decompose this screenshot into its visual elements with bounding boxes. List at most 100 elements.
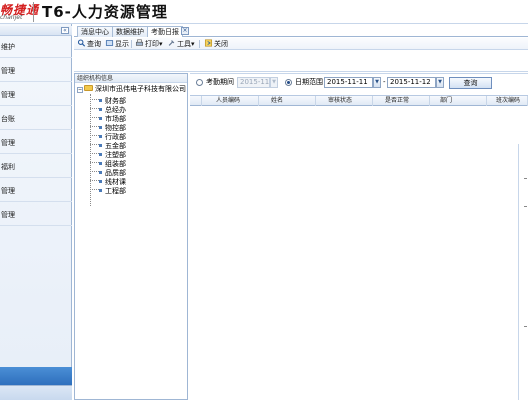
range-radio[interactable] xyxy=(285,79,292,86)
attendance-content: 考勤期间 2015-11 ▼ 日期范围 2015-11-11 ▼ - 2015-… xyxy=(190,73,528,400)
tree-node[interactable]: 财务部 xyxy=(90,97,126,105)
tree-node[interactable]: 五金部 xyxy=(90,142,126,150)
sidebar-item[interactable]: 福利 xyxy=(0,156,72,178)
query-button[interactable]: 查询 xyxy=(449,77,492,89)
date-separator: - xyxy=(383,78,386,86)
toolbar: 查询 显示 打印▾ 工具▾ 关闭 xyxy=(74,38,528,50)
bullet-icon xyxy=(99,126,102,129)
tree-node[interactable]: 总经办 xyxy=(90,106,126,114)
tree-node-label: 财务部 xyxy=(105,97,126,105)
tree-root-label: 深圳市迅伟电子科技有限公司 xyxy=(95,85,186,93)
tree-node[interactable]: 工程部 xyxy=(90,187,126,195)
tree-node-label: 总经办 xyxy=(105,106,126,114)
period-label: 考勤期间 xyxy=(206,78,234,86)
tab-attendance-daily[interactable]: 考勤日报 xyxy=(147,26,183,37)
tree-node[interactable]: 注塑部 xyxy=(90,151,126,159)
grid-header: 人员编码 姓名 审核状态 是否正常 部门 班次编码 xyxy=(190,95,528,106)
edge-mark xyxy=(524,326,527,327)
tree-panel-title: 组织机构信息 xyxy=(75,74,187,83)
tools-label: 工具 xyxy=(177,40,191,48)
display-icon xyxy=(105,40,114,46)
period-dropdown-icon[interactable]: ▼ xyxy=(270,77,278,88)
tree-node-label: 注塑部 xyxy=(105,151,126,159)
sidebar-active-section[interactable] xyxy=(0,367,72,385)
print-toolbar-button[interactable]: 打印▾ xyxy=(135,39,163,49)
collapse-sidebar-icon[interactable]: « xyxy=(61,27,69,34)
close-toolbar-button[interactable]: 关闭 xyxy=(204,39,228,49)
bullet-icon xyxy=(99,117,102,120)
sidebar-footer xyxy=(0,385,72,400)
tree-node[interactable]: 组装部 xyxy=(90,160,126,168)
date-to-dropdown-icon[interactable]: ▼ xyxy=(436,77,444,88)
tree-node-label: 组装部 xyxy=(105,160,126,168)
bullet-icon xyxy=(99,180,102,183)
period-select[interactable]: 2015-11 xyxy=(237,77,270,88)
tree-node-label: 工程部 xyxy=(105,187,126,195)
toolbar-separator xyxy=(131,40,132,48)
tree-node[interactable]: 线材课 xyxy=(90,178,126,186)
toolbar-band xyxy=(74,51,528,72)
tree-node-label: 市场部 xyxy=(105,115,126,123)
header-divider xyxy=(33,2,34,22)
sidebar-item[interactable]: 台账 xyxy=(0,108,72,130)
col-header[interactable]: 审核状态 xyxy=(316,96,373,106)
tree-node[interactable]: 物控部 xyxy=(90,124,126,132)
col-header[interactable]: 人员编码 xyxy=(202,96,259,106)
tree-node-label: 行政部 xyxy=(105,133,126,141)
print-label: 打印 xyxy=(145,40,159,48)
close-door-icon xyxy=(204,39,213,47)
tree-root-node[interactable]: − 深圳市迅伟电子科技有限公司 xyxy=(77,85,186,94)
col-header[interactable]: 班次编码 xyxy=(487,96,528,106)
col-header[interactable]: 部门 xyxy=(430,96,487,106)
bullet-icon xyxy=(99,144,102,147)
sidebar-top-bar: « xyxy=(0,26,72,36)
search-icon xyxy=(77,39,86,47)
sidebar-item[interactable]: 管理 xyxy=(0,84,72,106)
tree-node[interactable]: 市场部 xyxy=(90,115,126,123)
show-toolbar-button[interactable]: 显示 xyxy=(105,39,129,49)
col-header[interactable]: 是否正常 xyxy=(373,96,430,106)
printer-icon xyxy=(135,39,144,46)
tree-node-label: 线材课 xyxy=(105,178,126,186)
date-from-input[interactable]: 2015-11-11 xyxy=(324,77,373,88)
date-from-dropdown-icon[interactable]: ▼ xyxy=(373,77,381,88)
brand-logo-sub: chanjet xyxy=(0,14,23,21)
sidebar-item[interactable]: 管理 xyxy=(0,60,72,82)
sidebar-item[interactable]: 管理 xyxy=(0,132,72,154)
tree-node[interactable]: 行政部 xyxy=(90,133,126,141)
print-dropdown-icon[interactable]: ▾ xyxy=(159,40,163,48)
edge-mark xyxy=(524,206,527,207)
left-sidebar: « 维护 管理 管理 台账 管理 福利 管理 管理 xyxy=(0,24,72,400)
app-header: 畅捷通 chanjet T6-人力资源管理 xyxy=(0,0,528,24)
bullet-icon xyxy=(99,135,102,138)
tree-node-label: 品质部 xyxy=(105,169,126,177)
toolbar-separator xyxy=(199,40,200,48)
date-to-input[interactable]: 2015-11-12 xyxy=(387,77,436,88)
tree-node[interactable]: 品质部 xyxy=(90,169,126,177)
show-label: 显示 xyxy=(115,40,129,48)
grid-corner xyxy=(190,96,202,106)
tree-node-label: 五金部 xyxy=(105,142,126,150)
tab-data-maintenance[interactable]: 数据维护 xyxy=(112,26,148,37)
edge-mark xyxy=(524,178,527,179)
col-header[interactable]: 姓名 xyxy=(259,96,316,106)
query-toolbar-button[interactable]: 查询 xyxy=(77,39,101,49)
bullet-icon xyxy=(99,99,102,102)
range-label: 日期范围 xyxy=(295,78,323,86)
bullet-icon xyxy=(99,162,102,165)
tab-message-center[interactable]: 消息中心 xyxy=(77,26,113,37)
period-radio[interactable] xyxy=(196,79,203,86)
org-tree-panel: 组织机构信息 − 深圳市迅伟电子科技有限公司 财务部 总经办 市场部 物控部 行政… xyxy=(74,73,188,400)
grid-scroll-edge xyxy=(518,144,521,400)
folder-icon xyxy=(84,85,93,91)
tab-strip: 消息中心 数据维护 考勤日报 × xyxy=(74,25,528,37)
tools-dropdown-icon[interactable]: ▾ xyxy=(191,40,195,48)
bullet-icon xyxy=(99,171,102,174)
sidebar-item[interactable]: 管理 xyxy=(0,180,72,202)
close-label: 关闭 xyxy=(214,40,228,48)
tools-toolbar-button[interactable]: 工具▾ xyxy=(167,39,195,49)
close-tab-icon[interactable]: × xyxy=(181,27,189,35)
collapse-node-icon[interactable]: − xyxy=(77,87,83,93)
sidebar-item[interactable]: 维护 xyxy=(0,36,72,58)
sidebar-item[interactable]: 管理 xyxy=(0,204,72,226)
